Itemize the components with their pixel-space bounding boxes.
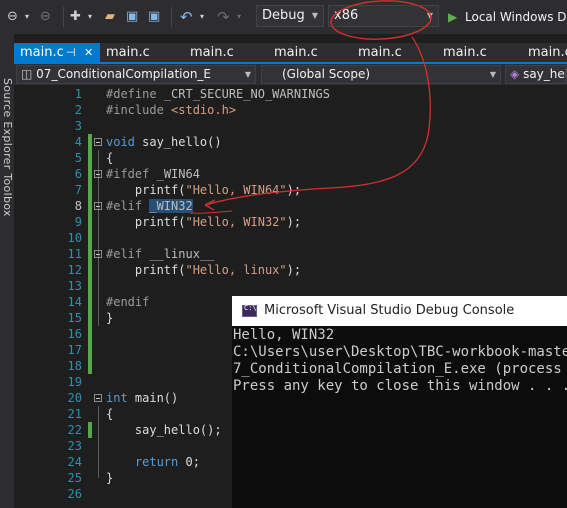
red-annotation-markup xyxy=(189,0,432,214)
